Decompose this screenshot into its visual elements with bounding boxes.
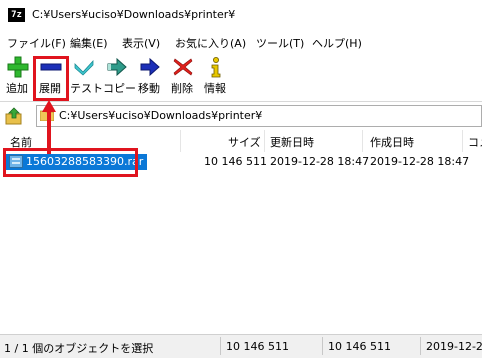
menu-favorites[interactable]: お気に入り(A) <box>175 35 246 51</box>
title-bar: 7z C:¥Users¥uciso¥Downloads¥printer¥ <box>0 0 482 31</box>
move-arrow-icon <box>140 57 160 77</box>
toolbar-divider <box>0 101 482 102</box>
move-label: 移動 <box>138 82 160 95</box>
folder-up-icon[interactable] <box>4 106 24 126</box>
info-icon <box>211 57 221 78</box>
7zip-app-icon[interactable]: 7z <box>8 8 25 22</box>
test-button[interactable]: テスト <box>70 54 103 98</box>
column-comment[interactable]: コメ <box>468 134 482 150</box>
menu-bar: ファイル(F) 編集(E) 表示(V) お気に入り(A) ツール(T) ヘルプ(… <box>0 32 482 53</box>
copy-label: コピー <box>103 82 136 95</box>
file-size: 10 146 511 <box>204 155 267 168</box>
column-divider[interactable] <box>362 130 363 152</box>
delete-button[interactable]: 削除 <box>170 54 198 98</box>
menu-edit[interactable]: 編集(E) <box>70 35 108 51</box>
test-label: テスト <box>70 82 103 95</box>
status-divider <box>220 337 221 355</box>
file-highlight-box <box>3 148 138 177</box>
address-path: C:¥Users¥uciso¥Downloads¥printer¥ <box>59 109 263 122</box>
checkmark-icon <box>74 59 94 76</box>
column-size[interactable]: サイズ <box>228 134 261 150</box>
menu-file[interactable]: ファイル(F) <box>7 35 66 51</box>
menu-view[interactable]: 表示(V) <box>122 35 160 51</box>
add-label: 追加 <box>6 82 28 95</box>
column-divider[interactable] <box>462 130 463 152</box>
status-size: 10 146 511 <box>226 340 289 353</box>
address-bar: C:¥Users¥uciso¥Downloads¥printer¥ <box>0 104 482 128</box>
delete-label: 削除 <box>171 82 193 95</box>
delete-x-icon <box>173 58 193 76</box>
add-button[interactable]: 追加 <box>4 54 32 98</box>
column-divider[interactable] <box>180 130 181 152</box>
file-modified: 2019-12-28 18:47 <box>270 155 370 168</box>
menu-help[interactable]: ヘルプ(H) <box>312 35 362 51</box>
status-selection: 1 / 1 個のオブジェクトを選択 <box>4 342 154 355</box>
info-button[interactable]: 情報 <box>203 54 231 98</box>
extract-highlight-box <box>33 56 69 101</box>
status-date: 2019-12-28 <box>426 340 482 353</box>
info-label: 情報 <box>204 82 226 95</box>
plus-icon <box>7 56 29 78</box>
status-bar: 1 / 1 個のオブジェクトを選択 10 146 511 10 146 511 … <box>0 334 482 358</box>
move-button[interactable]: 移動 <box>136 54 164 98</box>
status-packed-size: 10 146 511 <box>328 340 391 353</box>
window-title: C:¥Users¥uciso¥Downloads¥printer¥ <box>32 8 236 21</box>
file-created: 2019-12-28 18:47 <box>370 155 470 168</box>
toolbar: 追加 展開 テスト コピー 移動 削除 情報 <box>0 54 482 100</box>
column-modified[interactable]: 更新日時 <box>270 134 314 150</box>
address-input[interactable]: C:¥Users¥uciso¥Downloads¥printer¥ <box>36 105 482 127</box>
copy-arrow-icon <box>107 57 127 77</box>
annotation-arrow-icon <box>42 100 56 154</box>
column-divider[interactable] <box>264 130 265 152</box>
column-created[interactable]: 作成日時 <box>370 134 414 150</box>
status-divider <box>420 337 421 355</box>
status-divider <box>322 337 323 355</box>
copy-button[interactable]: コピー <box>103 54 136 98</box>
menu-tools[interactable]: ツール(T) <box>256 35 304 51</box>
